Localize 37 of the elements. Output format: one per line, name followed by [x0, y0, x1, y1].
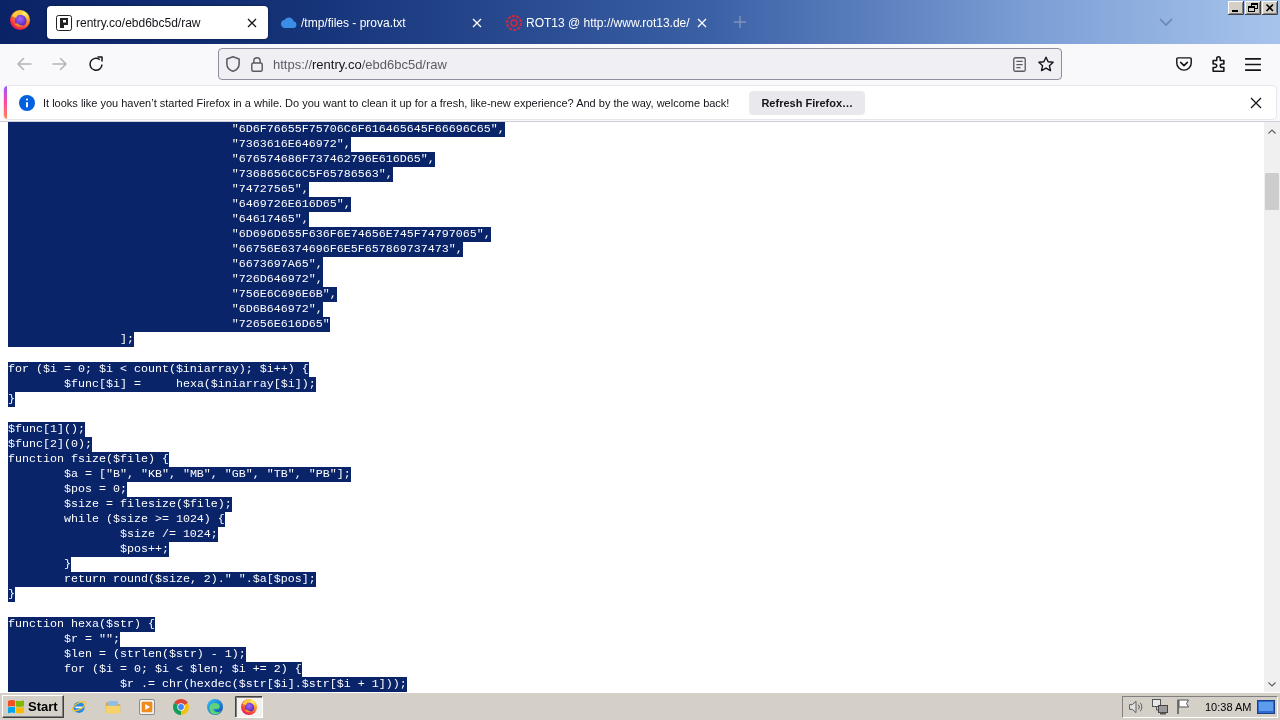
puzzle-icon[interactable] — [1212, 56, 1225, 72]
close-icon[interactable] — [1250, 96, 1262, 109]
start-button[interactable]: Start — [2, 695, 64, 718]
lock-icon[interactable] — [251, 56, 263, 72]
cloud-icon — [281, 17, 297, 28]
ring-logo-icon — [506, 14, 522, 31]
browser-logo-icon — [10, 10, 30, 30]
scrollbar-thumb[interactable] — [1265, 173, 1279, 210]
flag-icon[interactable] — [1177, 699, 1189, 714]
scroll-up-icon[interactable] — [1268, 129, 1276, 134]
desktop-icon[interactable] — [1257, 699, 1275, 714]
notification-message: It looks like you haven’t started Firefox in a while. Do you want to clean it up for a fresh, like-new experience? And by the way, welcome back! — [43, 96, 730, 109]
tab[interactable]: rentry.co/ebd6bc5d/raw — [47, 6, 268, 39]
scrollbar[interactable] — [1264, 122, 1280, 692]
tab[interactable]: ROT13 @ http://www.rot13.de/ — [497, 6, 718, 39]
star-icon[interactable] — [1038, 56, 1054, 72]
square-logo-icon — [56, 14, 72, 31]
reload-icon[interactable] — [88, 56, 104, 72]
document-icon[interactable] — [1013, 56, 1026, 72]
flag-logo-icon — [7, 698, 25, 715]
pocket-icon[interactable] — [1176, 57, 1192, 71]
close-icon[interactable] — [1262, 1, 1278, 15]
minimize-icon[interactable] — [1228, 1, 1244, 15]
close-icon[interactable] — [247, 17, 257, 28]
clock-text: 10:38 AM — [1205, 700, 1252, 713]
network-icon[interactable] — [1152, 698, 1168, 715]
shield-icon[interactable] — [226, 56, 240, 72]
refresh-button[interactable]: Refresh Firefox… — [749, 90, 866, 115]
scroll-down-icon[interactable] — [1268, 682, 1276, 687]
restore-icon[interactable] — [1245, 1, 1261, 15]
media-player-icon[interactable] — [139, 698, 155, 715]
tab[interactable]: /tmp/files - prova.txt — [272, 6, 493, 39]
menu-icon[interactable] — [1245, 57, 1261, 71]
browser-icon[interactable] — [235, 695, 263, 718]
address-bar[interactable]: https://rentry.co/ebd6bc5d/raw — [218, 48, 1062, 80]
info-icon — [19, 94, 35, 111]
speaker-icon[interactable] — [1129, 699, 1143, 714]
